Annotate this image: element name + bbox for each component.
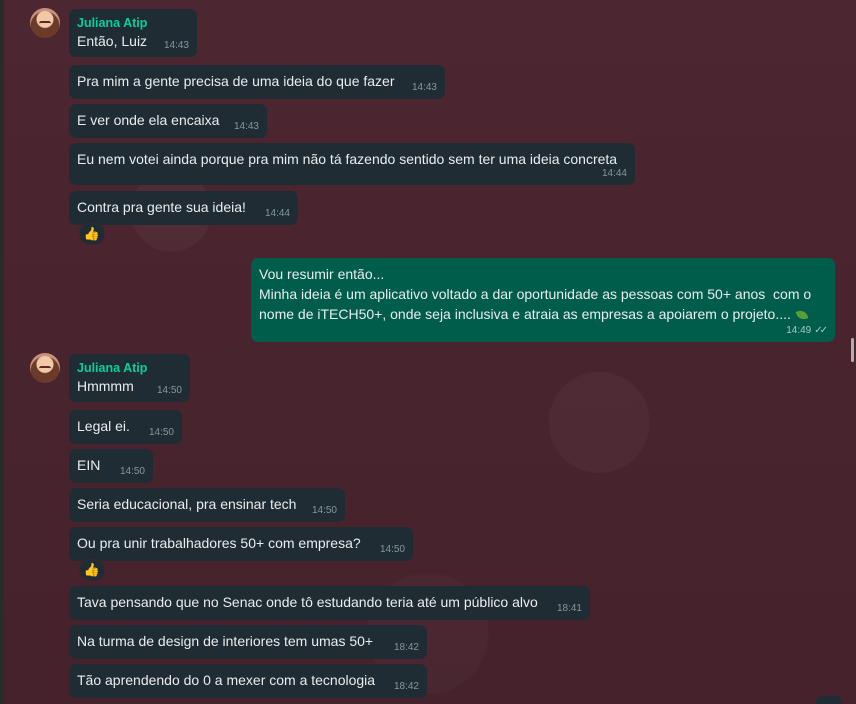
outgoing-message-bubble[interactable]: Vou resumir então... Minha ideia é um ap… xyxy=(251,258,835,342)
message-text: Ou pra unir trabalhadores 50+ com empres… xyxy=(77,535,361,551)
message-text: Seria educacional, pra ensinar tech xyxy=(77,496,297,512)
message-bubble[interactable]: Tão aprendendo do 0 a mexer com a tecnol… xyxy=(69,664,427,698)
message-time: 18:42 xyxy=(393,681,419,692)
message-bubble[interactable]: Tava pensando que no Senac onde tô estud… xyxy=(69,586,590,620)
contact-avatar[interactable] xyxy=(30,353,60,383)
message-text: Eu nem votei ainda porque pra mim não tá… xyxy=(77,151,618,167)
leaf-emoji-icon xyxy=(795,308,809,322)
window-left-edge xyxy=(0,0,4,704)
message-text: Vou resumir então... Minha ideia é um ap… xyxy=(259,266,812,322)
message-time: 14:43 xyxy=(411,82,437,93)
message-bubble[interactable]: EIN 14:50 xyxy=(69,449,153,483)
message-bubble[interactable]: Contra pra gente sua ideia! 14:44 xyxy=(69,191,298,225)
message-bubble[interactable]: Eu nem votei ainda porque pra mim não tá… xyxy=(69,143,635,185)
message-text: Tava pensando que no Senac onde tô estud… xyxy=(77,594,538,610)
message-bubble[interactable]: Pra mim a gente precisa de uma ideia do … xyxy=(69,65,445,99)
message-text: E ver onde ela encaixa xyxy=(77,112,220,128)
sender-name[interactable]: Juliana Atip xyxy=(77,15,188,31)
thumbs-up-icon[interactable]: 👍 xyxy=(79,223,105,245)
message-bubble[interactable]: Ou pra unir trabalhadores 50+ com empres… xyxy=(69,527,413,561)
message-time: 14:43 xyxy=(163,40,189,51)
message-time: 14:43 xyxy=(233,121,259,132)
message-bubble[interactable]: Na turma de design de interiores tem uma… xyxy=(69,625,427,659)
message-text: Pra mim a gente precisa de uma ideia do … xyxy=(77,73,395,89)
message-text: Contra pra gente sua ideia! xyxy=(77,199,246,215)
sender-name[interactable]: Juliana Atip xyxy=(77,360,181,376)
double-check-icon: ✓✓ xyxy=(814,325,828,336)
message-bubble[interactable]: E ver onde ela encaixa 14:43 xyxy=(69,104,267,138)
scroll-down-button[interactable] xyxy=(816,696,842,704)
message-text: Tão aprendendo do 0 a mexer com a tecnol… xyxy=(77,672,376,688)
message-time: 14:44 xyxy=(264,208,290,219)
message-time: 14:49 ✓✓ xyxy=(786,325,828,336)
message-bubble[interactable]: Legal ei. 14:50 xyxy=(69,410,182,444)
message-text: Na turma de design de interiores tem uma… xyxy=(77,633,374,649)
contact-avatar[interactable] xyxy=(30,8,60,38)
message-bubble[interactable]: Juliana Atip Hmmmm 14:50 xyxy=(69,354,190,402)
message-time: 18:42 xyxy=(393,642,419,653)
thumbs-up-icon[interactable]: 👍 xyxy=(79,559,105,581)
message-time: 14:50 xyxy=(311,505,337,516)
message-bubble[interactable]: Seria educacional, pra ensinar tech 14:5… xyxy=(69,488,345,522)
scrollbar-thumb[interactable] xyxy=(851,338,854,362)
message-time: 14:50 xyxy=(379,544,405,555)
message-time: 18:41 xyxy=(556,603,582,614)
message-bubble[interactable]: Juliana Atip Então, Luiz 14:43 xyxy=(69,9,197,57)
message-time: 14:50 xyxy=(148,427,174,438)
message-time: 14:50 xyxy=(119,466,145,477)
message-time: 14:44 xyxy=(601,168,627,179)
message-time: 14:50 xyxy=(156,385,182,396)
